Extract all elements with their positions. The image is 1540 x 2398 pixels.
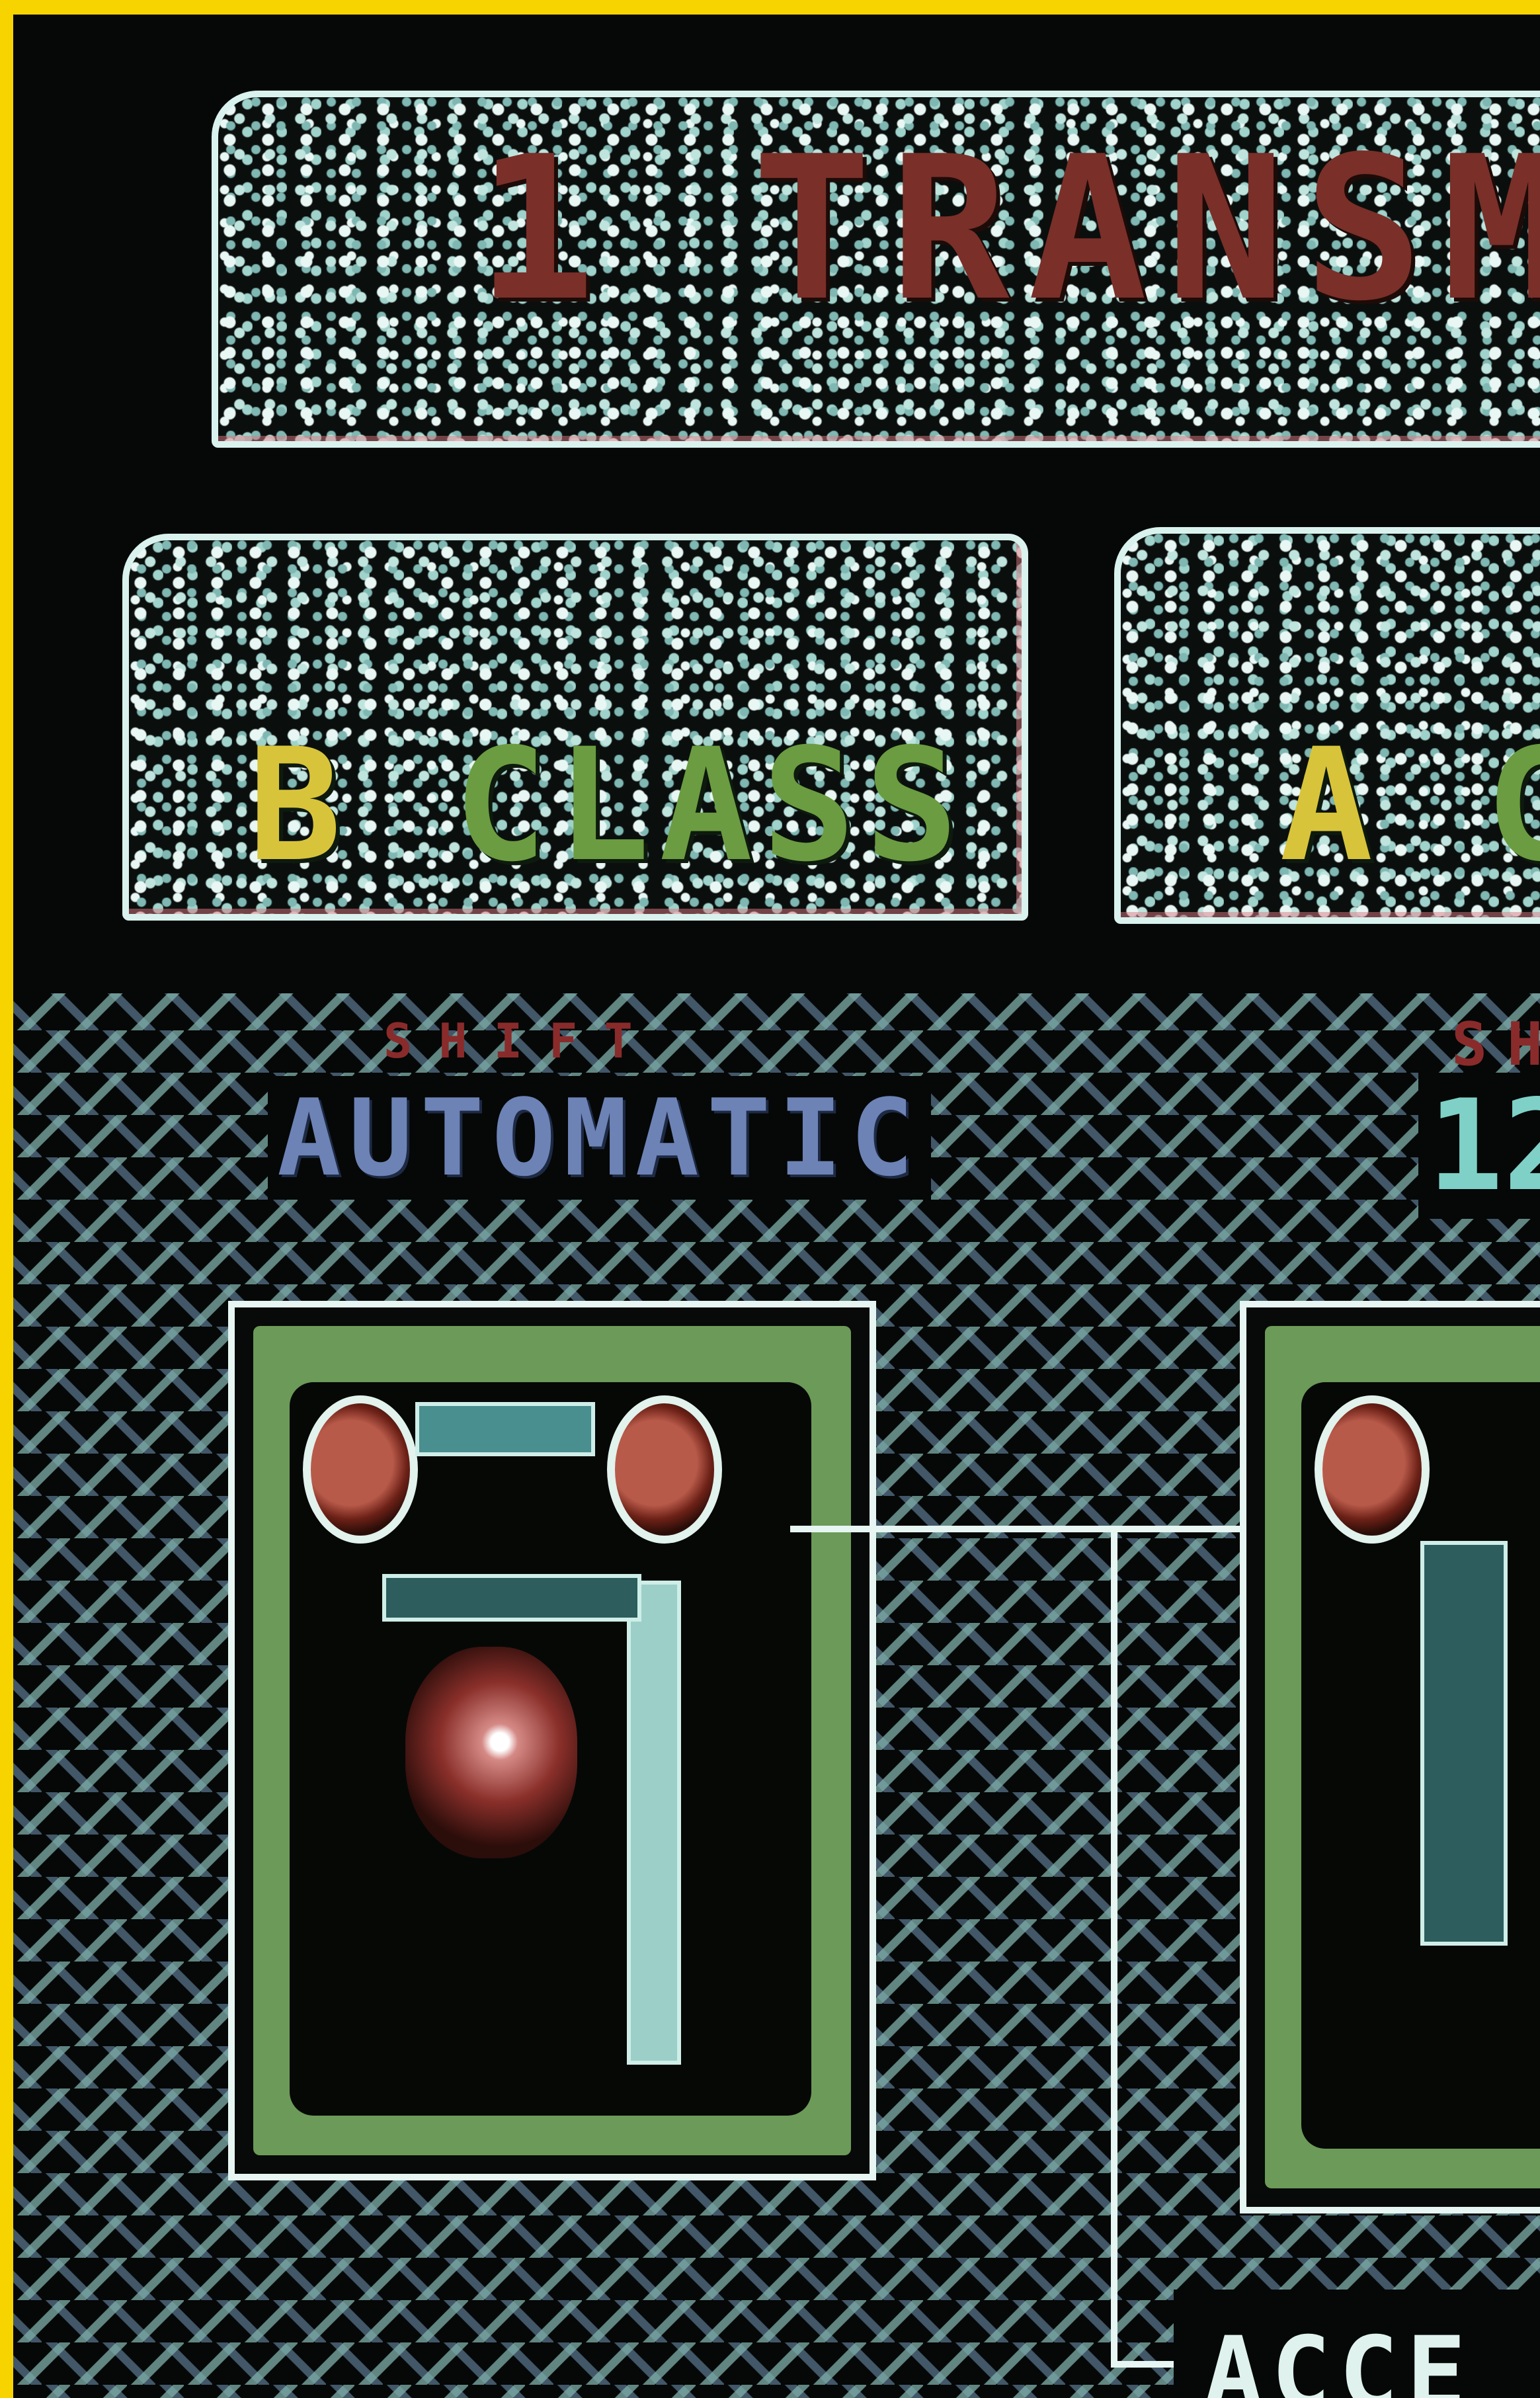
gear-knob-icon: [405, 1647, 577, 1858]
gearstick-housing-right: [1301, 1382, 1540, 2149]
manual-gearstick-panel[interactable]: [1240, 1301, 1540, 2213]
automatic-gearstick-panel[interactable]: [228, 1301, 876, 2180]
right-panel-knob-icon: [1315, 1395, 1430, 1544]
accel-label: ACCE: [1203, 2316, 1475, 2398]
gear-gate: [382, 1574, 641, 1622]
right-knob-icon: [607, 1395, 722, 1544]
shift-label-left: SHIFT: [384, 1013, 659, 1069]
class-a-label: CL: [1485, 716, 1540, 896]
left-knob-icon: [303, 1395, 418, 1544]
class-a-letter: A: [1279, 716, 1383, 896]
class-b-letter: B: [248, 716, 351, 896]
game-screen: 1 TRANSMISSION B CLASS A CL SHIFT AUTOMA…: [13, 15, 1540, 2398]
connector-vertical: [1111, 1526, 1117, 2366]
gearstick-housing: [290, 1382, 811, 2116]
class-a-option[interactable]: A CL: [1279, 716, 1540, 896]
class-b-option[interactable]: B CLASS: [248, 716, 967, 896]
class-b-label: CLASS: [453, 716, 968, 896]
right-panel-slot: [1420, 1541, 1508, 1946]
gear-rail: [627, 1581, 681, 2065]
transmission-title: 1 TRANSMISSION: [476, 114, 1540, 345]
shift-speed-value: 12: [1418, 1073, 1540, 1219]
top-slot: [415, 1402, 595, 1456]
gearstick-green-frame-right: [1265, 1326, 1540, 2188]
gearstick-green-frame: [253, 1326, 851, 2155]
shift-automatic-value: AUTOMATIC: [268, 1076, 931, 1200]
title-text: TRANSMISSION: [752, 114, 1540, 345]
title-number: 1: [476, 114, 614, 345]
shift-label-right: SH: [1451, 1010, 1540, 1079]
